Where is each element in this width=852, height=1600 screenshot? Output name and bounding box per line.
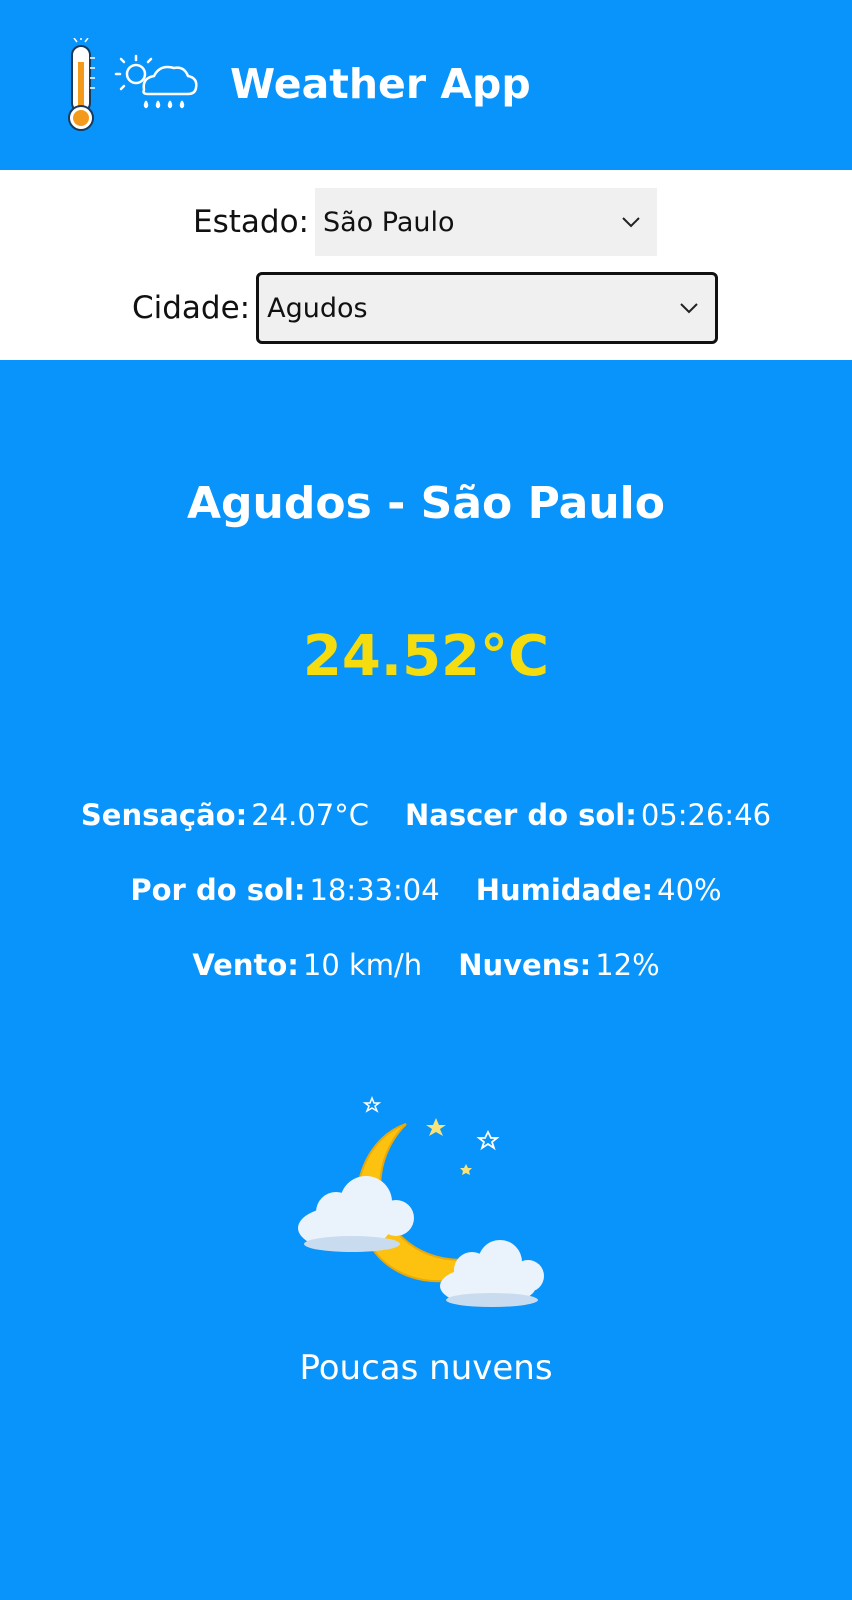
detail-label: Vento: [192,948,299,982]
details-row: Sensação: 24.07°C Nascer do sol: 05:26:4… [0,798,852,873]
detail-value: 24.07°C [251,798,369,832]
detail-label: Humidade: [475,873,654,907]
cidade-row: Cidade: Agudos [132,272,719,344]
detail-value: 12% [595,948,660,982]
detail-vento: Vento: 10 km/h [192,948,422,982]
detail-sensacao: Sensação: 24.07°C [81,798,369,832]
estado-selected-value: São Paulo [322,206,455,238]
detail-value: 10 km/h [302,948,423,982]
weather-panel: Agudos - São Paulo 24.52°C Sensação: 24.… [0,360,852,1600]
chevron-down-icon [622,217,640,228]
detail-humidade: Humidade: 40% [476,873,722,907]
location-selector-panel: Estado: São Paulo Cidade: Agudos [0,170,852,360]
location-title: Agudos - São Paulo [186,478,665,529]
temperature-value: 24.52°C [302,624,550,689]
chevron-down-icon [680,303,698,314]
details-row: Vento: 10 km/h Nuvens: 12% [0,948,852,1023]
app-title: Weather App [230,60,531,108]
details-row: Por do sol: 18:33:04 Humidade: 40% [0,873,852,948]
detail-value: 40% [657,873,722,907]
detail-label: Por do sol: [130,873,306,907]
thermometer-icon [68,38,95,131]
weather-description: Poucas nuvens [299,1348,553,1388]
cidade-selected-value: Agudos [267,292,368,324]
estado-label: Estado: [193,204,309,240]
weather-details: Sensação: 24.07°C Nascer do sol: 05:26:4… [0,798,852,1023]
detail-value: 18:33:04 [309,873,440,907]
moon-clouds-icon [298,1096,544,1307]
detail-label: Sensação: [80,798,248,832]
app-header: Weather App [0,0,852,170]
detail-nuvens: Nuvens: 12% [458,948,659,982]
estado-row: Estado: São Paulo [193,188,657,256]
detail-nascer-do-sol: Nascer do sol: 05:26:46 [405,798,771,832]
detail-label: Nascer do sol: [404,798,637,832]
cidade-label: Cidade: [132,290,251,326]
sun-cloud-rain-icon [114,54,198,109]
detail-value: 05:26:46 [640,798,772,832]
estado-select[interactable]: São Paulo [314,188,657,256]
detail-por-do-sol: Por do sol: 18:33:04 [130,873,439,907]
cidade-select[interactable]: Agudos [256,272,719,344]
detail-label: Nuvens: [458,948,592,982]
